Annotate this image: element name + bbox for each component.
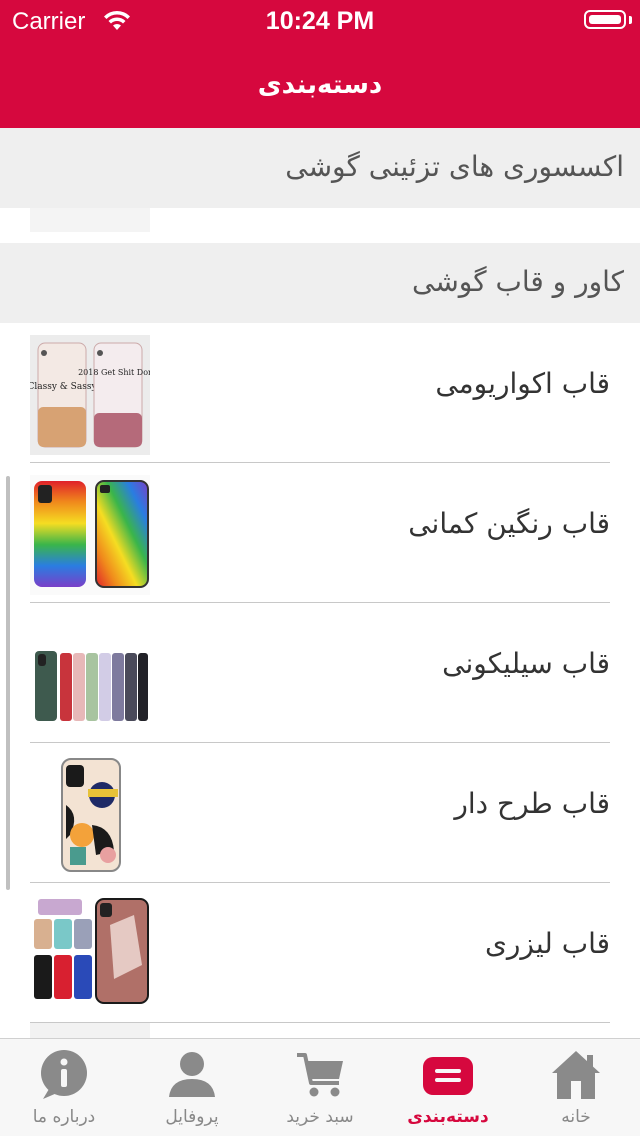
silicone-case-thumbnail (30, 615, 150, 735)
row-label: قاب طرح دار (454, 787, 610, 820)
case-text-right: 2018 Get Shit Done (78, 368, 150, 377)
section-title: کاور و قاب گوشی (412, 265, 624, 298)
rainbow-case-thumbnail (30, 475, 150, 595)
scrollbar[interactable] (6, 476, 10, 890)
tab-label: درباره ما (32, 1107, 96, 1127)
tab-label: پروفایل (165, 1107, 219, 1127)
top-bar: Carrier 10:24 PM دسته‌بندی (0, 0, 640, 128)
section-header-accessories[interactable]: اکسسوری های تزئینی گوشی (0, 128, 640, 208)
partial-item-thumbnail (30, 208, 150, 232)
tab-label: خانه (561, 1107, 591, 1127)
list-item-silicone-case[interactable]: قاب سیلیکونی (0, 603, 640, 743)
battery-tip (629, 16, 632, 24)
aquarium-case-thumbnail: Classy & Sassy 2018 Get Shit Done (30, 335, 150, 455)
list-item-aquarium-case[interactable]: Classy & Sassy 2018 Get Shit Done قاب اک… (0, 323, 640, 463)
list-item-laser-case[interactable]: قاب لیزری (0, 883, 640, 1023)
tab-profile[interactable]: پروفایل (128, 1039, 256, 1137)
row-label: قاب سیلیکونی (442, 647, 610, 680)
battery-icon (584, 10, 626, 29)
list-item-patterned-case[interactable]: قاب طرح دار (0, 743, 640, 883)
info-icon (41, 1050, 87, 1099)
page-title: دسته‌بندی (257, 70, 383, 100)
row-label: قاب لیزری (484, 927, 610, 960)
tab-label: سبد خرید (286, 1107, 354, 1127)
status-time: 10:24 PM (265, 7, 375, 35)
partial-next-thumbnail (30, 1023, 150, 1038)
tab-label: دسته‌بندی (407, 1107, 489, 1127)
tab-about[interactable]: درباره ما (0, 1039, 128, 1137)
tab-cart[interactable]: سبد خرید (256, 1039, 384, 1137)
profile-icon (169, 1052, 215, 1097)
status-bar: Carrier 10:24 PM (0, 0, 640, 40)
section-header-covers[interactable]: کاور و قاب گوشی (0, 243, 640, 323)
list-item-rainbow-case[interactable]: قاب رنگین کمانی (0, 463, 640, 603)
cart-icon (297, 1053, 343, 1097)
laser-case-thumbnail (30, 895, 150, 1015)
category-icon (423, 1057, 473, 1095)
tab-home[interactable]: خانه (512, 1039, 640, 1137)
tab-bar: درباره ما پروفایل سبد خرید دسته‌بندی (0, 1038, 640, 1136)
case-text-left: Classy & Sassy (30, 382, 97, 392)
category-list[interactable]: اکسسوری های تزئینی گوشی کاور و قاب گوشی … (0, 128, 640, 1038)
tab-categories[interactable]: دسته‌بندی (384, 1039, 512, 1137)
patterned-case-thumbnail (30, 755, 150, 875)
section-title: اکسسوری های تزئینی گوشی (285, 150, 624, 183)
row-label: قاب رنگین کمانی (408, 507, 610, 540)
home-icon (552, 1051, 600, 1099)
row-label: قاب اکواریومی (435, 367, 610, 400)
